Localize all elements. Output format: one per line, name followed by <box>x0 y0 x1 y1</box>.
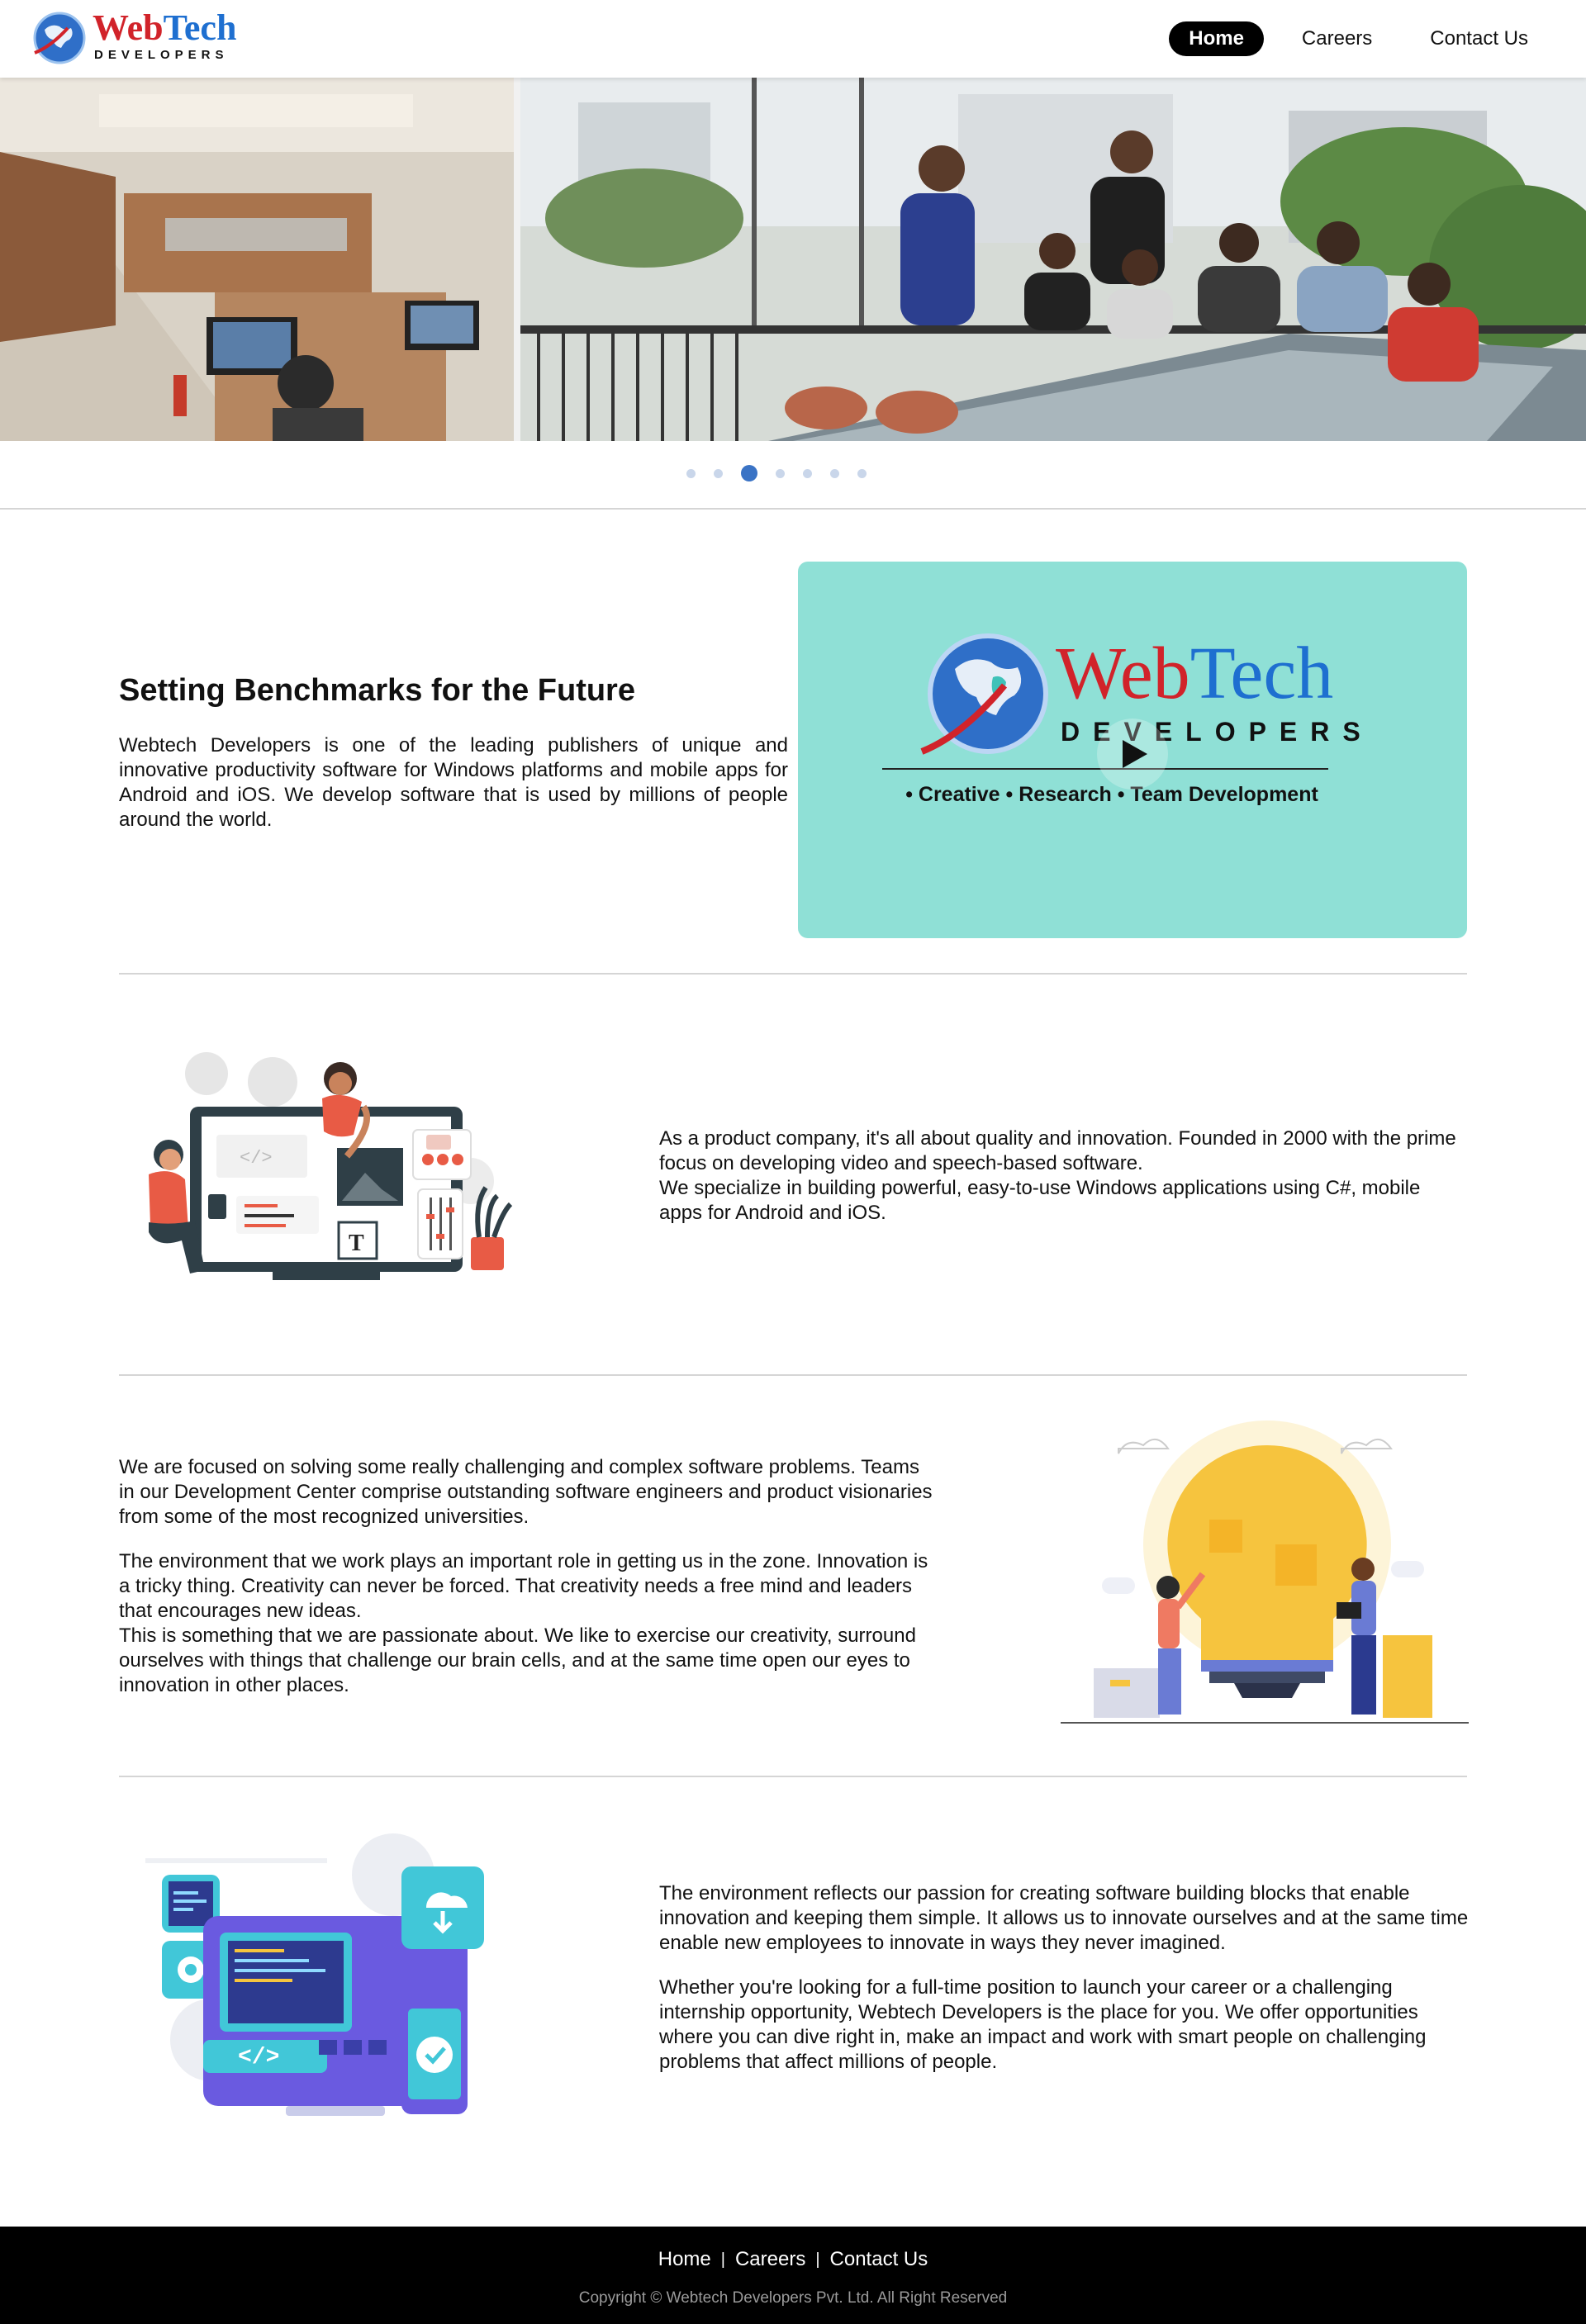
nav-home[interactable]: Home <box>1169 21 1264 56</box>
logo-subtitle: DEVELOPERS <box>94 48 229 62</box>
hero-divider <box>0 508 1586 510</box>
carousel-dot[interactable] <box>857 468 867 478</box>
site-logo[interactable]: WebTech DEVELOPERS <box>31 7 236 69</box>
nav-careers[interactable]: Careers <box>1282 21 1392 56</box>
carousel-dot[interactable] <box>776 468 785 478</box>
focus-paragraph-1: We are focused on solving some really ch… <box>119 1456 933 1528</box>
product-text-line-1: As a product company, it's all about qua… <box>659 1127 1456 1174</box>
footer-nav: Home | Careers | Contact Us <box>0 2248 1586 2271</box>
intro-video[interactable]: WebTech DEVELOPERS • Creative • Research… <box>798 562 1467 938</box>
globe-icon <box>920 633 1048 755</box>
site-footer: Home | Careers | Contact Us Copyright © … <box>0 2227 1586 2324</box>
footer-separator: | <box>815 2250 820 2269</box>
svg-text:</>: </> <box>238 2045 279 2070</box>
video-word-tech: Tech <box>1190 633 1334 714</box>
site-header: WebTech DEVELOPERS Home Careers Contact … <box>0 0 1586 78</box>
footer-separator: | <box>720 2250 725 2269</box>
copyright-text: Copyright © Webtech Developers Pvt. Ltd.… <box>578 2289 1008 2307</box>
product-text: As a product company, it's all about qua… <box>659 1126 1469 1226</box>
intro-title: Setting Benchmarks for the Future <box>119 673 635 708</box>
video-tagline: • Creative • Research • Team Development <box>905 783 1318 806</box>
hero-photo <box>0 78 1586 441</box>
environment-paragraph-1: The environment reflects our passion for… <box>659 1882 1469 1954</box>
main-nav: Home Careers Contact Us <box>1151 21 1586 57</box>
logo-word-web: Web <box>93 7 164 48</box>
carousel-dot[interactable] <box>803 468 812 478</box>
svg-text:T: T <box>349 1231 364 1256</box>
focus-text: We are focused on solving some really ch… <box>119 1455 937 1718</box>
footer-link-careers[interactable]: Careers <box>735 2248 805 2271</box>
lightbulb-puzzle-illustration <box>1061 1420 1469 1724</box>
section-divider <box>119 1374 1467 1376</box>
carousel-dot[interactable] <box>714 468 723 478</box>
carousel-dot-active[interactable] <box>741 465 757 481</box>
carousel-dots <box>0 465 1569 481</box>
section-divider <box>119 1776 1467 1777</box>
carousel-dot[interactable] <box>686 468 696 478</box>
nav-contact-us[interactable]: Contact Us <box>1410 21 1548 56</box>
logo-wordmark: WebTech <box>93 8 236 48</box>
footer-link-contact-us[interactable]: Contact Us <box>830 2248 928 2271</box>
footer-link-home[interactable]: Home <box>658 2248 711 2271</box>
focus-paragraph-3: This is something that we are passionate… <box>119 1624 916 1696</box>
globe-logo-icon <box>33 12 86 64</box>
environment-paragraph-2: Whether you're looking for a full-time p… <box>659 1976 1427 2073</box>
logo-word-tech: Tech <box>163 7 237 48</box>
video-word-web: Web <box>1056 633 1190 714</box>
section-divider <box>119 973 1467 975</box>
software-development-illustration: </> <box>145 1833 484 2116</box>
developers-illustration: </> T <box>149 1052 513 1280</box>
environment-text: The environment reflects our passion for… <box>659 1881 1469 2094</box>
hero-carousel[interactable] <box>0 78 1586 441</box>
play-icon <box>1123 740 1147 768</box>
play-button[interactable] <box>1097 719 1168 790</box>
focus-paragraph-2: The environment that we work plays an im… <box>119 1550 928 1622</box>
carousel-dot[interactable] <box>830 468 839 478</box>
svg-text:</>: </> <box>240 1148 273 1169</box>
product-text-line-2: We specialize in building powerful, easy… <box>659 1177 1421 1224</box>
intro-text: Webtech Developers is one of the leading… <box>119 734 788 831</box>
video-wordmark: WebTech <box>1056 634 1333 714</box>
